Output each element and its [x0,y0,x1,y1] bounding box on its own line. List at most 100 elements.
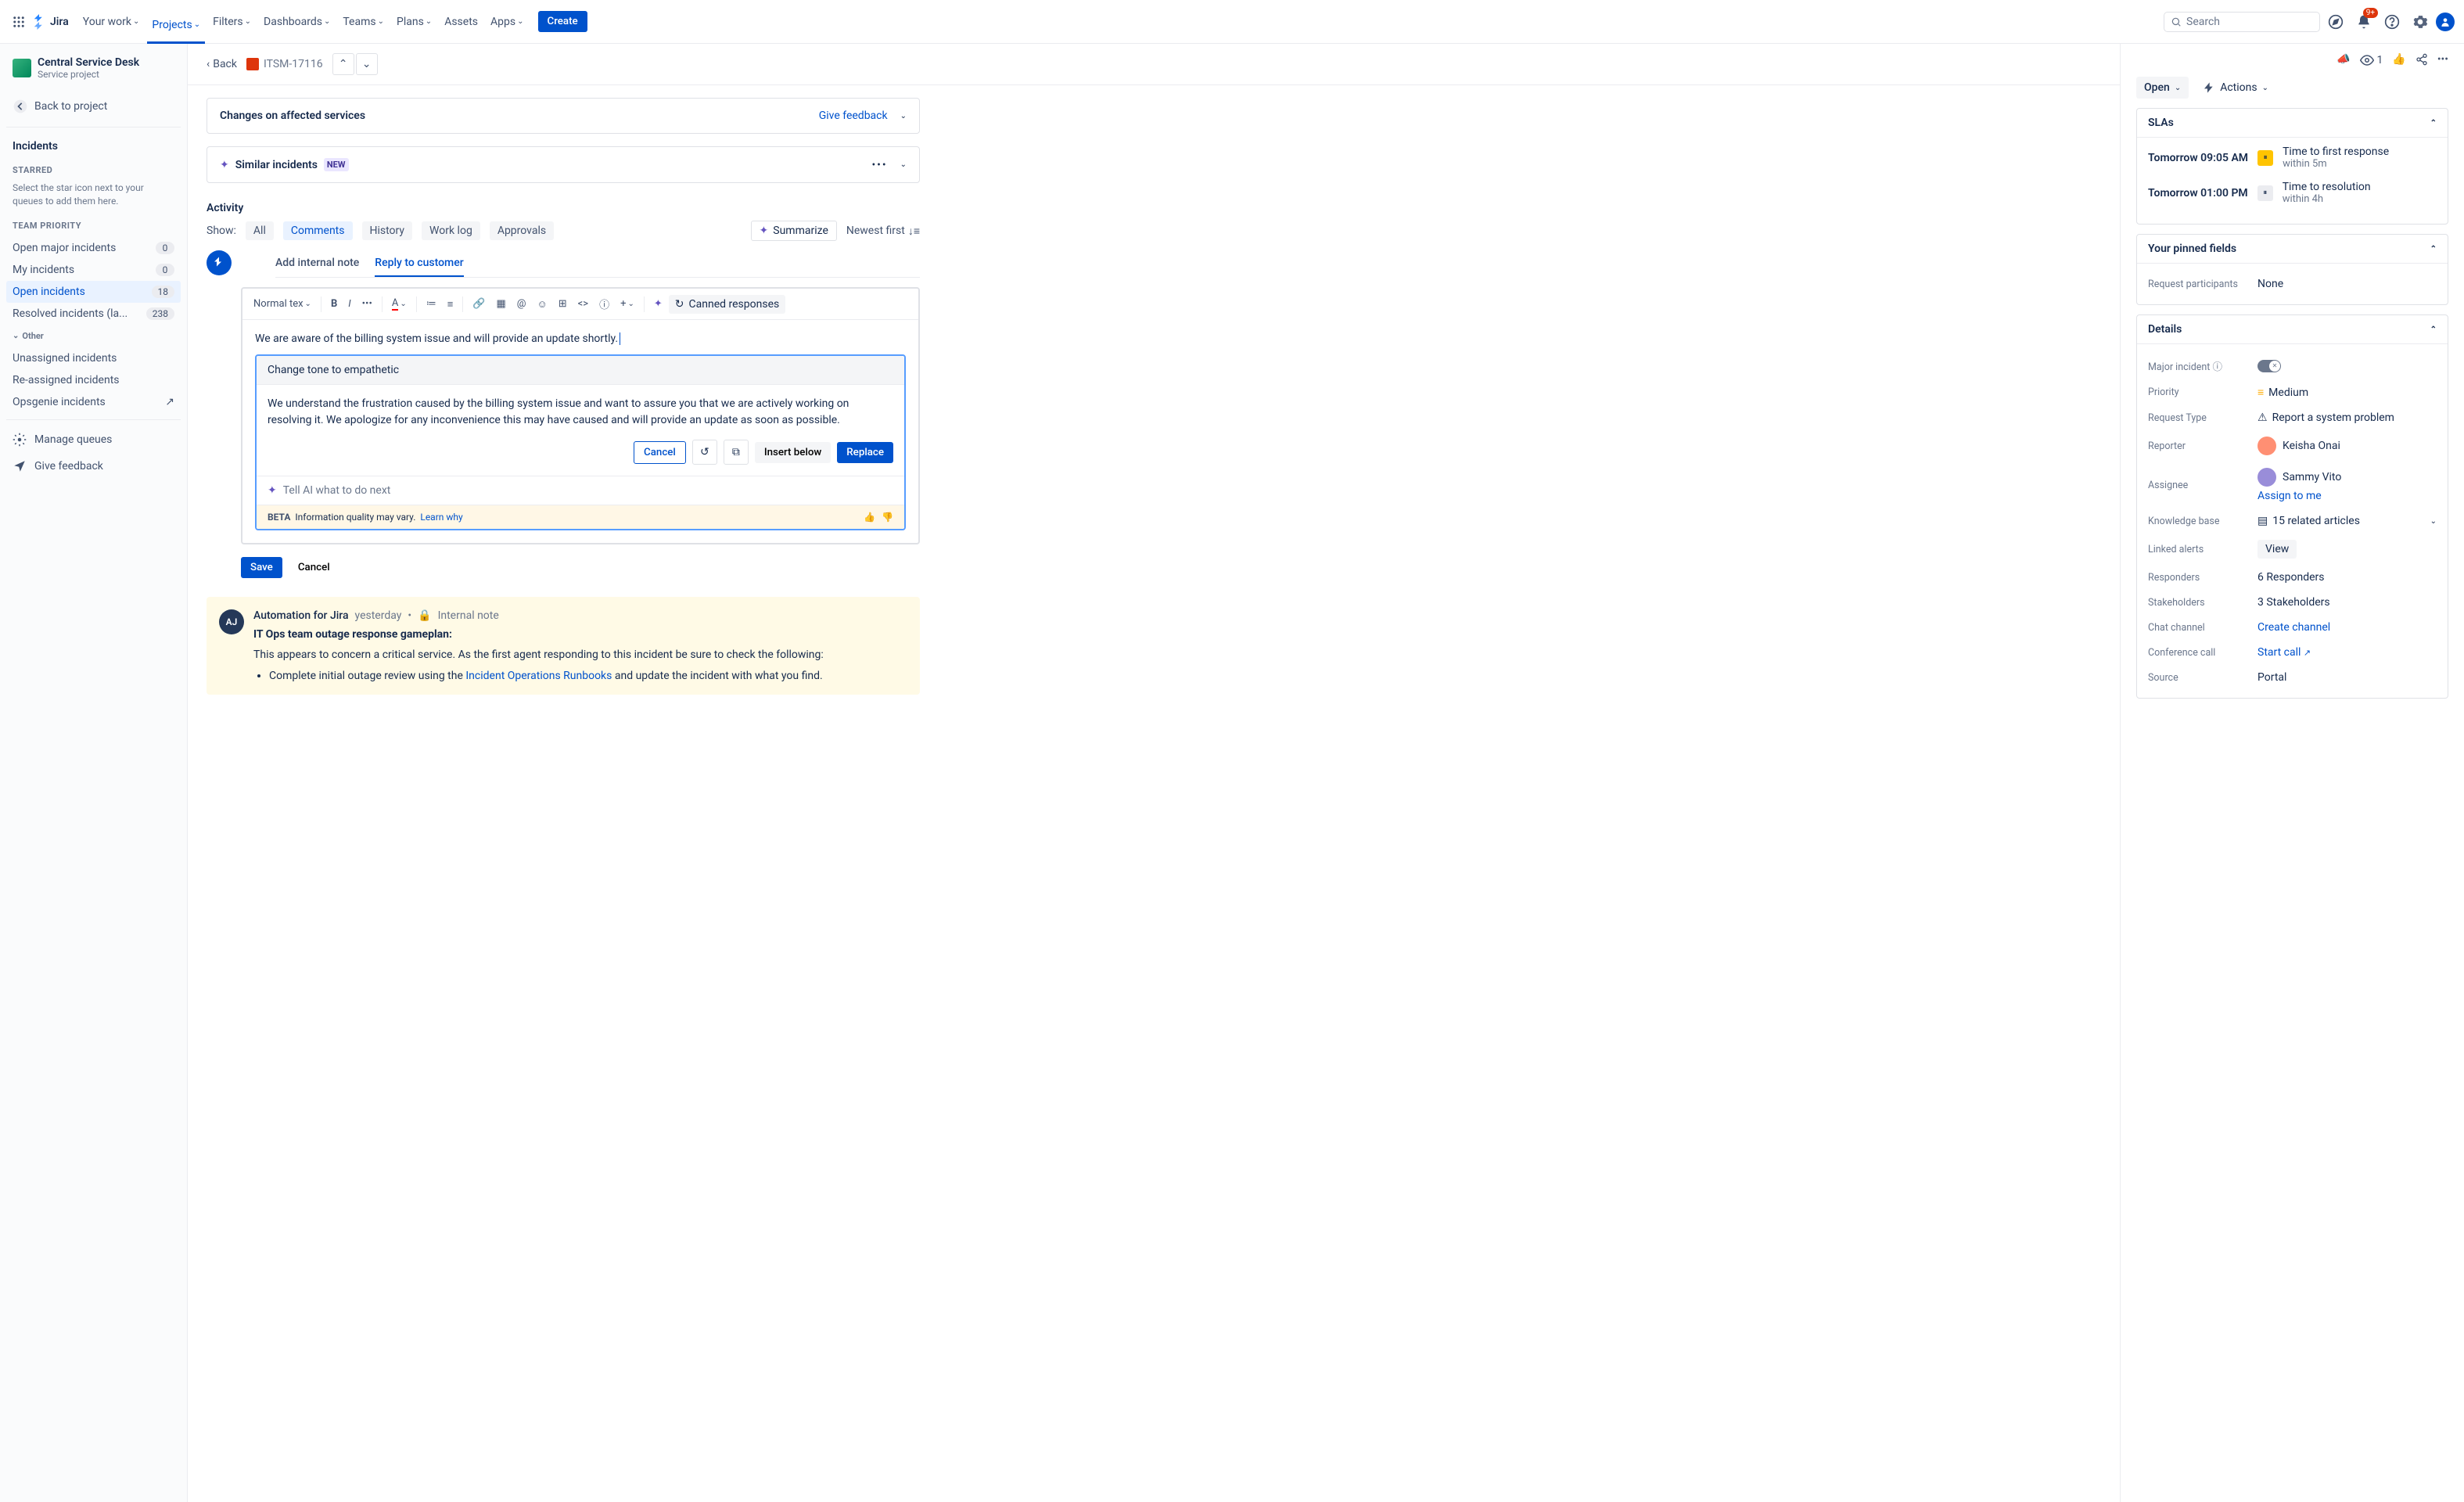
nav-your-work[interactable]: Your work⌄ [78,9,145,34]
ai-cancel-button[interactable]: Cancel [634,441,686,464]
tab-worklog[interactable]: Work log [422,221,480,240]
tab-all[interactable]: All [246,221,274,240]
status-dropdown[interactable]: Open⌄ [2136,77,2189,99]
code-icon[interactable]: <> [573,295,593,313]
give-feedback-sidebar[interactable]: Give feedback [6,453,181,480]
bullet-list-icon[interactable]: ≔ [422,295,441,313]
retry-icon[interactable]: ↺ [692,440,717,465]
back-to-project[interactable]: Back to project [6,92,181,120]
queue-open-major[interactable]: Open major incidents0 [6,237,181,259]
learn-why-link[interactable]: Learn why [420,512,462,523]
comment-author[interactable]: Automation for Jira [253,609,349,622]
field-priority-value[interactable]: ≡Medium [2257,386,2437,399]
queue-reassigned[interactable]: Re-assigned incidents [6,369,181,391]
tab-approvals[interactable]: Approvals [490,221,554,240]
ai-next-input[interactable]: ✦Tell AI what to do next [257,476,904,505]
text-color-icon[interactable]: A⌄ [387,294,411,314]
image-icon[interactable]: ▦ [492,295,511,313]
sidebar-other-toggle[interactable]: ⌄Other [6,325,181,347]
prev-issue-button[interactable]: ⌃ [332,53,354,75]
help-icon[interactable] [2380,9,2405,34]
create-button[interactable]: Create [538,11,587,32]
italic-icon[interactable]: I [343,295,355,313]
field-kb-value[interactable]: ▤15 related articles⌄ [2257,515,2437,527]
queue-opsgenie[interactable]: Opsgenie incidents↗ [6,391,181,413]
field-responders-value[interactable]: 6 Responders [2257,571,2437,584]
next-issue-button[interactable]: ⌄ [356,53,378,75]
tab-add-internal-note[interactable]: Add internal note [275,250,359,277]
queue-unassigned[interactable]: Unassigned incidents [6,347,181,369]
nav-dashboards[interactable]: Dashboards⌄ [259,9,335,34]
back-button[interactable]: ‹Back [207,58,237,70]
chevron-down-icon[interactable]: ⌄ [900,112,907,120]
project-name: Central Service Desk [38,56,139,69]
share-icon[interactable] [2416,53,2428,67]
plus-icon[interactable]: +⌄ [616,295,639,313]
sort-button[interactable]: Newest first↓≡ [846,225,920,238]
copy-icon[interactable]: ⧉ [724,440,749,465]
jira-logo[interactable]: Jira [31,14,69,30]
tab-history[interactable]: History [362,221,413,240]
start-call-link[interactable]: Start call ↗ [2257,646,2311,659]
like-icon[interactable]: 👍 [2392,53,2405,67]
view-alerts-button[interactable]: View [2257,540,2297,559]
queue-my-incidents[interactable]: My incidents0 [6,259,181,281]
field-request-type-value[interactable]: ⚠Report a system problem [2257,411,2437,424]
nav-apps[interactable]: Apps⌄ [486,9,528,34]
info-icon[interactable]: ⓘ [2212,361,2222,373]
nav-assets[interactable]: Assets [440,9,483,34]
megaphone-icon[interactable]: 📣 [2336,53,2350,67]
chevron-down-icon[interactable]: ⌄ [900,160,907,169]
numbered-list-icon[interactable]: ≡ [443,295,458,314]
settings-icon[interactable] [2408,9,2433,34]
editor-textarea[interactable]: We are aware of the billing system issue… [242,320,918,543]
tab-reply-to-customer[interactable]: Reply to customer [375,250,463,277]
runbooks-link[interactable]: Incident Operations Runbooks [465,670,612,682]
manage-queues[interactable]: Manage queues [6,426,181,453]
nav-projects[interactable]: Projects⌄ [147,13,205,44]
more-icon[interactable]: ••• [871,159,887,171]
more-formatting-icon[interactable]: ••• [357,295,377,313]
queue-resolved[interactable]: Resolved incidents (la...238 [6,303,181,325]
major-incident-toggle[interactable] [2257,360,2281,372]
table-icon[interactable]: ⊞ [554,295,572,313]
more-actions-icon[interactable]: ••• [2437,53,2448,67]
canned-responses-button[interactable]: ↻Canned responses [669,295,785,314]
text-style-dropdown[interactable]: Normal tex⌄ [249,295,316,313]
summarize-button[interactable]: ✦Summarize [751,221,837,241]
ai-sparkle-icon[interactable]: ✦ [649,295,667,313]
create-channel-link[interactable]: Create channel [2257,621,2330,634]
top-nav: Jira Your work⌄ Projects⌄ Filters⌄ Dashb… [0,0,2464,44]
save-button[interactable]: Save [241,557,282,578]
give-feedback-link[interactable]: Give feedback [819,110,888,122]
ai-replace-button[interactable]: Replace [837,442,893,463]
field-stakeholders-value[interactable]: 3 Stakeholders [2257,596,2437,609]
tab-comments[interactable]: Comments [283,221,353,240]
compass-icon[interactable] [2323,9,2348,34]
watch-button[interactable]: 1 [2360,53,2383,67]
bold-icon[interactable]: B [326,295,342,313]
nav-plans[interactable]: Plans⌄ [392,9,436,34]
issue-key[interactable]: ITSM-17116 [246,58,323,70]
mention-icon[interactable]: @ [512,295,531,313]
actions-dropdown[interactable]: Actions⌄ [2195,77,2276,99]
nav-teams[interactable]: Teams⌄ [338,9,389,34]
assign-to-me-link[interactable]: Assign to me [2257,490,2322,502]
info-icon[interactable]: ⓘ [594,293,614,314]
field-assignee-value[interactable]: Sammy Vito [2257,468,2341,487]
field-request-participants-value[interactable]: None [2257,278,2437,290]
user-avatar[interactable] [2436,13,2455,31]
field-reporter-value[interactable]: Keisha Onai [2257,437,2437,455]
cancel-button[interactable]: Cancel [289,557,339,578]
app-switcher-icon[interactable] [9,13,28,31]
thumbs-up-icon[interactable]: 👍 [864,512,875,523]
search-input[interactable]: Search [2164,12,2320,32]
nav-filters[interactable]: Filters⌄ [208,9,256,34]
field-assignee-label: Assignee [2148,480,2257,491]
notifications-icon[interactable]: 9+ [2351,9,2376,34]
queue-open-incidents[interactable]: Open incidents18 [6,281,181,303]
ai-insert-below-button[interactable]: Insert below [755,442,831,463]
link-icon[interactable]: 🔗 [468,295,490,313]
emoji-icon[interactable]: ☺ [532,295,551,314]
thumbs-down-icon[interactable]: 👎 [882,512,893,523]
